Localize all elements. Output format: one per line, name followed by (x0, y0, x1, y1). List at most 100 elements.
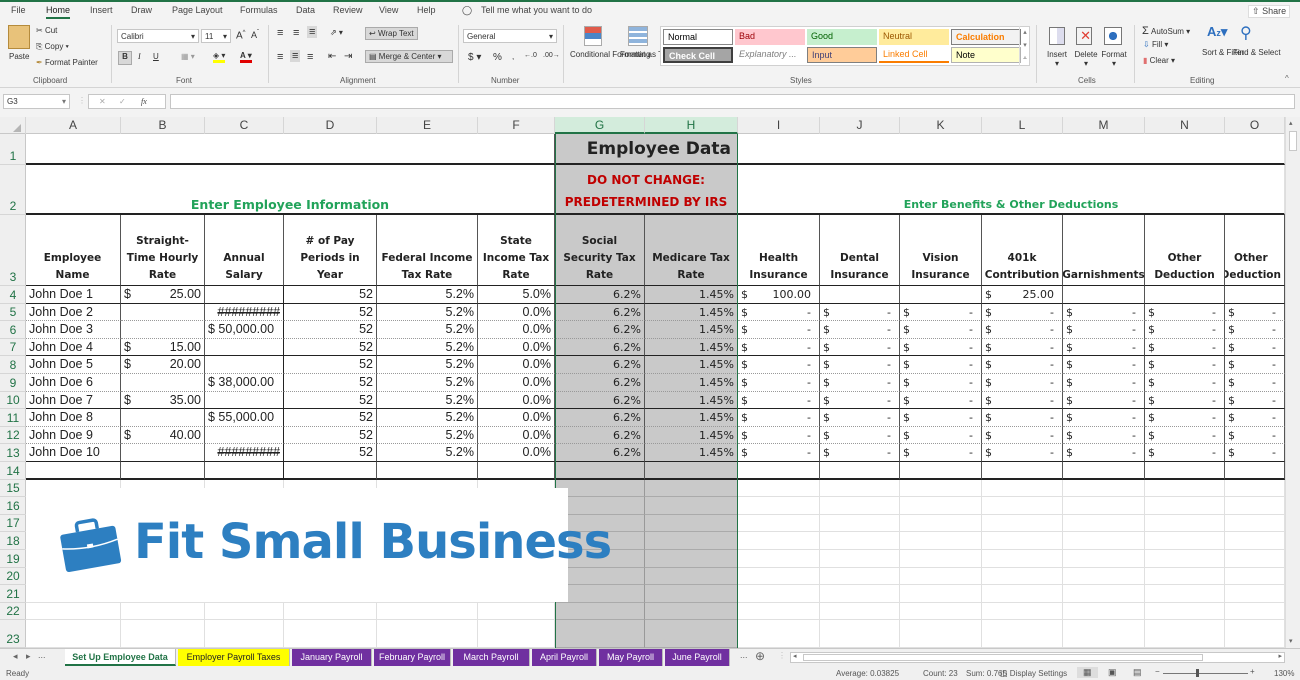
cancel-icon[interactable]: ✕ (99, 97, 106, 106)
decrease-font-size-icon[interactable]: Aˇ (251, 30, 259, 40)
menu-data[interactable]: Data (296, 5, 315, 15)
percent-format-button[interactable]: % (493, 52, 502, 63)
zoom-in-button[interactable]: + (1250, 667, 1255, 676)
deduction-garn[interactable]: $ - (1063, 409, 1145, 427)
empty-cell[interactable] (982, 514, 1063, 533)
federal-tax-rate[interactable]: 5.2% (377, 374, 478, 392)
empty-cell[interactable] (1145, 462, 1225, 480)
empty-cell[interactable] (820, 497, 900, 515)
deduction-garn[interactable]: $ - (1063, 338, 1145, 357)
empty-cell[interactable] (1145, 585, 1225, 603)
social-security-rate[interactable]: 6.2% (555, 321, 645, 339)
empty-cell[interactable] (377, 462, 478, 480)
empty-cell[interactable] (26, 462, 121, 480)
deduction-health[interactable]: $ - (738, 321, 820, 339)
row-header-12[interactable]: 12 (0, 427, 26, 445)
federal-tax-rate[interactable]: 5.2% (377, 338, 478, 357)
row-header-6[interactable]: 6 (0, 321, 26, 339)
deduction-other2[interactable]: $ - (1225, 409, 1285, 427)
deduction-k401[interactable]: $ - (982, 426, 1063, 445)
deduction-health[interactable]: $ - (738, 374, 820, 392)
state-tax-rate[interactable]: 0.0% (478, 356, 555, 374)
empty-cell[interactable] (645, 532, 738, 550)
empty-cell[interactable] (982, 532, 1063, 550)
empty-cell[interactable] (1063, 479, 1145, 498)
empty-cell[interactable] (900, 514, 982, 533)
pay-periods[interactable]: 52 (284, 303, 377, 322)
empty-cell[interactable] (555, 497, 645, 515)
deduction-dental[interactable]: $ - (820, 391, 900, 410)
menu-home[interactable]: Home (46, 5, 71, 19)
deduction-k401[interactable]: $ - (982, 303, 1063, 322)
column-header-h[interactable]: H (645, 117, 738, 134)
federal-tax-rate[interactable]: 5.2% (377, 303, 478, 322)
empty-cell[interactable] (377, 620, 478, 648)
increase-indent-icon[interactable]: ⇥ (344, 51, 352, 62)
deduction-garn[interactable]: $ - (1063, 356, 1145, 374)
column-header-l[interactable]: L (982, 117, 1063, 134)
tab-more-right[interactable]: ... (740, 650, 748, 660)
pay-periods[interactable]: 52 (284, 356, 377, 374)
empty-cell[interactable] (478, 462, 555, 480)
row-header-9[interactable]: 9 (0, 374, 26, 392)
medicare-rate[interactable]: 1.45% (645, 426, 738, 445)
hourly-rate[interactable]: $40.00 (121, 426, 205, 445)
deduction-health[interactable]: $ - (738, 409, 820, 427)
cell-style-input[interactable]: Input (807, 47, 877, 63)
borders-icon[interactable]: ▦ ▾ (181, 52, 195, 61)
deduction-health[interactable]: $ - (738, 391, 820, 410)
empty-cell[interactable] (26, 602, 121, 621)
column-header-c[interactable]: C (205, 117, 284, 134)
align-left-icon[interactable]: ≡ (277, 51, 283, 63)
empty-cell[interactable] (121, 462, 205, 480)
pay-periods[interactable]: 52 (284, 426, 377, 445)
empty-cell[interactable] (820, 514, 900, 533)
column-header-m[interactable]: M (1063, 117, 1145, 134)
cell-style-note[interactable]: Note (951, 47, 1021, 63)
page-break-view-icon[interactable]: ▤ (1133, 667, 1142, 678)
empty-cell[interactable] (645, 462, 738, 480)
deduction-dental[interactable]: $ - (820, 444, 900, 462)
federal-tax-rate[interactable]: 5.2% (377, 391, 478, 410)
medicare-rate[interactable]: 1.45% (645, 286, 738, 304)
empty-cell[interactable] (982, 567, 1063, 586)
social-security-rate[interactable]: 6.2% (555, 444, 645, 462)
empty-cell[interactable] (738, 620, 820, 648)
empty-cell[interactable] (982, 620, 1063, 648)
empty-cell[interactable] (645, 497, 738, 515)
empty-cell[interactable] (1145, 532, 1225, 550)
conditional-formatting-button[interactable]: Conditional Formatting (570, 50, 650, 60)
hourly-rate[interactable]: $15.00 (121, 338, 205, 357)
deduction-vision[interactable]: $ - (900, 321, 982, 339)
empty-cell[interactable] (820, 567, 900, 586)
row-header-20[interactable]: 20 (0, 568, 26, 586)
empty-cell[interactable] (1145, 497, 1225, 515)
deduction-k401[interactable]: $ - (982, 391, 1063, 410)
state-tax-rate[interactable]: 0.0% (478, 321, 555, 339)
empty-cell[interactable] (820, 620, 900, 648)
italic-button[interactable]: I (138, 52, 141, 61)
scroll-up-icon[interactable]: ▴ (1289, 119, 1293, 127)
name-box[interactable]: G3 ▾ (3, 94, 70, 109)
state-tax-rate[interactable]: 0.0% (478, 338, 555, 357)
empty-cell[interactable] (738, 462, 820, 480)
medicare-rate[interactable]: 1.45% (645, 374, 738, 392)
increase-decimal-icon[interactable]: ←.0 (524, 52, 537, 59)
column-header-g[interactable]: G (555, 117, 645, 134)
cell-style-linked-cell[interactable]: Linked Cell (879, 47, 949, 63)
column-header-j[interactable]: J (820, 117, 900, 134)
employee-name[interactable]: John Doe 1 (26, 286, 121, 304)
row-header-18[interactable]: 18 (0, 532, 26, 550)
empty-cell[interactable] (1145, 550, 1225, 568)
increase-font-size-icon[interactable]: A^ (236, 30, 246, 41)
row-header-2[interactable]: 2 (0, 165, 26, 215)
empty-cell[interactable] (1225, 550, 1285, 568)
delete-cells-button[interactable]: Delete ▾ (1072, 50, 1100, 68)
federal-tax-rate[interactable]: 5.2% (377, 426, 478, 445)
deduction-garn[interactable] (1063, 286, 1145, 304)
empty-cell[interactable] (900, 550, 982, 568)
annual-salary[interactable]: $ 50,000.00 (205, 321, 284, 339)
deduction-other2[interactable]: $ - (1225, 391, 1285, 410)
pay-periods[interactable]: 52 (284, 321, 377, 339)
annual-salary[interactable] (205, 286, 284, 304)
